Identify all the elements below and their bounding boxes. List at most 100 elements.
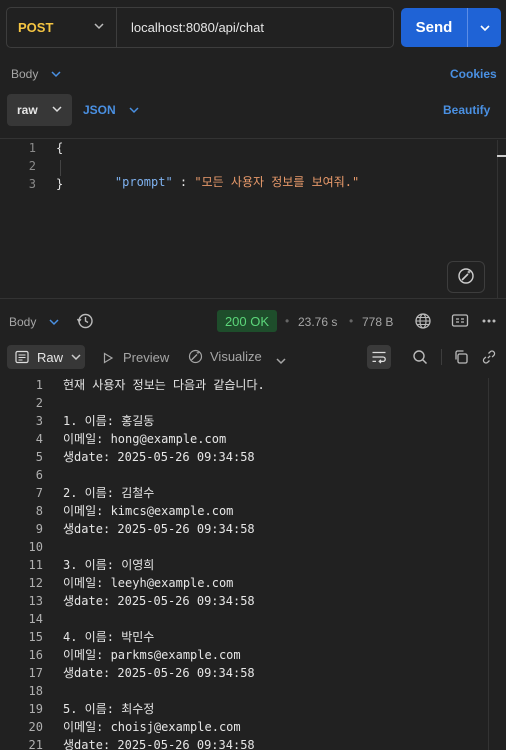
response-text: 생date: 2025-05-26 09:34:58 [63, 450, 255, 464]
body-type-label: raw [17, 103, 38, 117]
response-size[interactable]: 778 B [362, 315, 393, 329]
send-options-button[interactable] [468, 8, 501, 47]
json-key: "prompt" [114, 175, 173, 189]
wrap-lines-icon [371, 349, 387, 368]
chevron-down-icon[interactable] [129, 106, 139, 114]
line-number: 20 [28, 720, 43, 734]
line-number: 3 [28, 177, 36, 191]
method-label: POST [18, 20, 54, 35]
response-text: 이메일: parkms@example.com [63, 648, 241, 662]
response-text: 생date: 2025-05-26 09:34:58 [63, 666, 255, 680]
response-body-tab[interactable]: Body [9, 315, 36, 329]
divider [441, 349, 442, 365]
ai-assist-button[interactable] [447, 261, 485, 293]
history-icon[interactable] [76, 312, 94, 333]
response-text: 이메일: kimcs@example.com [63, 504, 234, 518]
line-number: 1 [28, 141, 36, 155]
line-number: 6 [35, 468, 43, 482]
response-line: 6 [0, 466, 488, 484]
save-response-icon[interactable] [451, 313, 469, 332]
response-text: 4. 이름: 박민수 [63, 630, 155, 644]
raw-view-select[interactable]: Raw [7, 345, 85, 369]
line-number: 19 [28, 702, 43, 716]
line-number: 8 [35, 504, 43, 518]
response-line: 20 이메일: choisj@example.com [0, 718, 488, 736]
response-body-viewer[interactable]: 1 현재 사용자 정보는 다음과 같습니다. 2 3 1. 이름: 홍길동 4 이메일: h… [0, 376, 488, 750]
indent-guide [60, 160, 61, 176]
line-number: 21 [28, 738, 43, 750]
response-text: 생date: 2025-05-26 09:34:58 [63, 522, 255, 536]
response-line: 18 [0, 682, 488, 700]
cookies-link[interactable]: Cookies [450, 67, 497, 81]
response-line: 1 현재 사용자 정보는 다음과 같습니다. [0, 376, 488, 394]
chevron-down-icon[interactable] [276, 353, 286, 368]
preview-label: Preview [123, 350, 170, 365]
line-number: 13 [28, 594, 43, 608]
response-text: 생date: 2025-05-26 09:34:58 [63, 594, 255, 608]
response-line: 16 이메일: parkms@example.com [0, 646, 488, 664]
request-body-editor[interactable]: 1 { 2 "prompt" : "모든 사용자 정보를 보여줘." 3 } [0, 140, 506, 300]
url-input[interactable]: localhost:8080/api/chat [131, 8, 264, 47]
chevron-down-icon[interactable] [49, 318, 59, 326]
code-line: { [56, 141, 64, 155]
chevron-down-icon[interactable] [51, 70, 61, 78]
chevron-down-icon [94, 22, 104, 30]
response-text: 이메일: leeyh@example.com [63, 576, 234, 590]
json-separator: : [172, 175, 195, 189]
line-number: 1 [35, 378, 43, 392]
line-number: 15 [28, 630, 43, 644]
line-number: 11 [28, 558, 43, 572]
response-line: 3 1. 이름: 홍길동 [0, 412, 488, 430]
status-badge[interactable]: 200 OK [217, 310, 277, 332]
response-text: 이메일: hong@example.com [63, 432, 227, 446]
chevron-down-icon [479, 20, 490, 35]
response-text: 현재 사용자 정보는 다음과 같습니다. [63, 378, 265, 392]
editor-scrollbar[interactable] [497, 140, 498, 298]
code-line: } [56, 177, 64, 191]
link-icon[interactable] [481, 349, 497, 368]
line-number: 9 [35, 522, 43, 536]
send-button[interactable]: Send [401, 8, 468, 47]
visualize-tab[interactable]: Visualize [188, 349, 262, 364]
line-number: 12 [28, 576, 43, 590]
line-number: 2 [28, 159, 36, 173]
code-line: "prompt" : "모든 사용자 정보를 보여줘." [86, 159, 359, 204]
response-line: 17 생date: 2025-05-26 09:34:58 [0, 664, 488, 682]
response-text: 1. 이름: 홍길동 [63, 414, 155, 428]
preview-tab[interactable]: Preview [102, 350, 169, 365]
response-line: 15 4. 이름: 박민수 [0, 628, 488, 646]
visualize-label: Visualize [210, 349, 262, 364]
response-line: 13 생date: 2025-05-26 09:34:58 [0, 592, 488, 610]
line-number: 4 [35, 432, 43, 446]
wrap-lines-button[interactable] [367, 345, 391, 369]
request-body-tab[interactable]: Body [11, 67, 38, 81]
response-line: 2 [0, 394, 488, 412]
request-bar: POST localhost:8080/api/chat [6, 7, 394, 48]
search-icon[interactable] [412, 349, 428, 368]
line-number: 2 [35, 396, 43, 410]
line-number: 17 [28, 666, 43, 680]
more-options-icon[interactable] [481, 313, 497, 332]
response-time[interactable]: 23.76 s [298, 315, 337, 329]
line-number: 5 [35, 450, 43, 464]
line-number: 14 [28, 612, 43, 626]
response-body-label: Body [9, 315, 37, 329]
response-line: 8 이메일: kimcs@example.com [0, 502, 488, 520]
line-number: 7 [35, 486, 43, 500]
body-type-select[interactable]: raw [7, 94, 72, 126]
response-text: 5. 이름: 최수정 [63, 702, 155, 716]
send-button-group: Send [401, 8, 501, 47]
response-text: 생date: 2025-05-26 09:34:58 [63, 738, 255, 750]
document-icon [15, 350, 29, 364]
magic-wand-icon [457, 267, 475, 288]
format-select[interactable]: JSON [83, 103, 116, 117]
response-line: 19 5. 이름: 최수정 [0, 700, 488, 718]
raw-label: Raw [37, 349, 64, 365]
scroll-marker [497, 155, 506, 157]
globe-icon[interactable] [414, 312, 432, 333]
method-select[interactable]: POST [7, 8, 117, 47]
response-line: 21 생date: 2025-05-26 09:34:58 [0, 736, 488, 750]
beautify-button[interactable]: Beautify [443, 103, 490, 117]
copy-icon[interactable] [453, 349, 469, 368]
response-scrollbar[interactable] [488, 378, 500, 750]
